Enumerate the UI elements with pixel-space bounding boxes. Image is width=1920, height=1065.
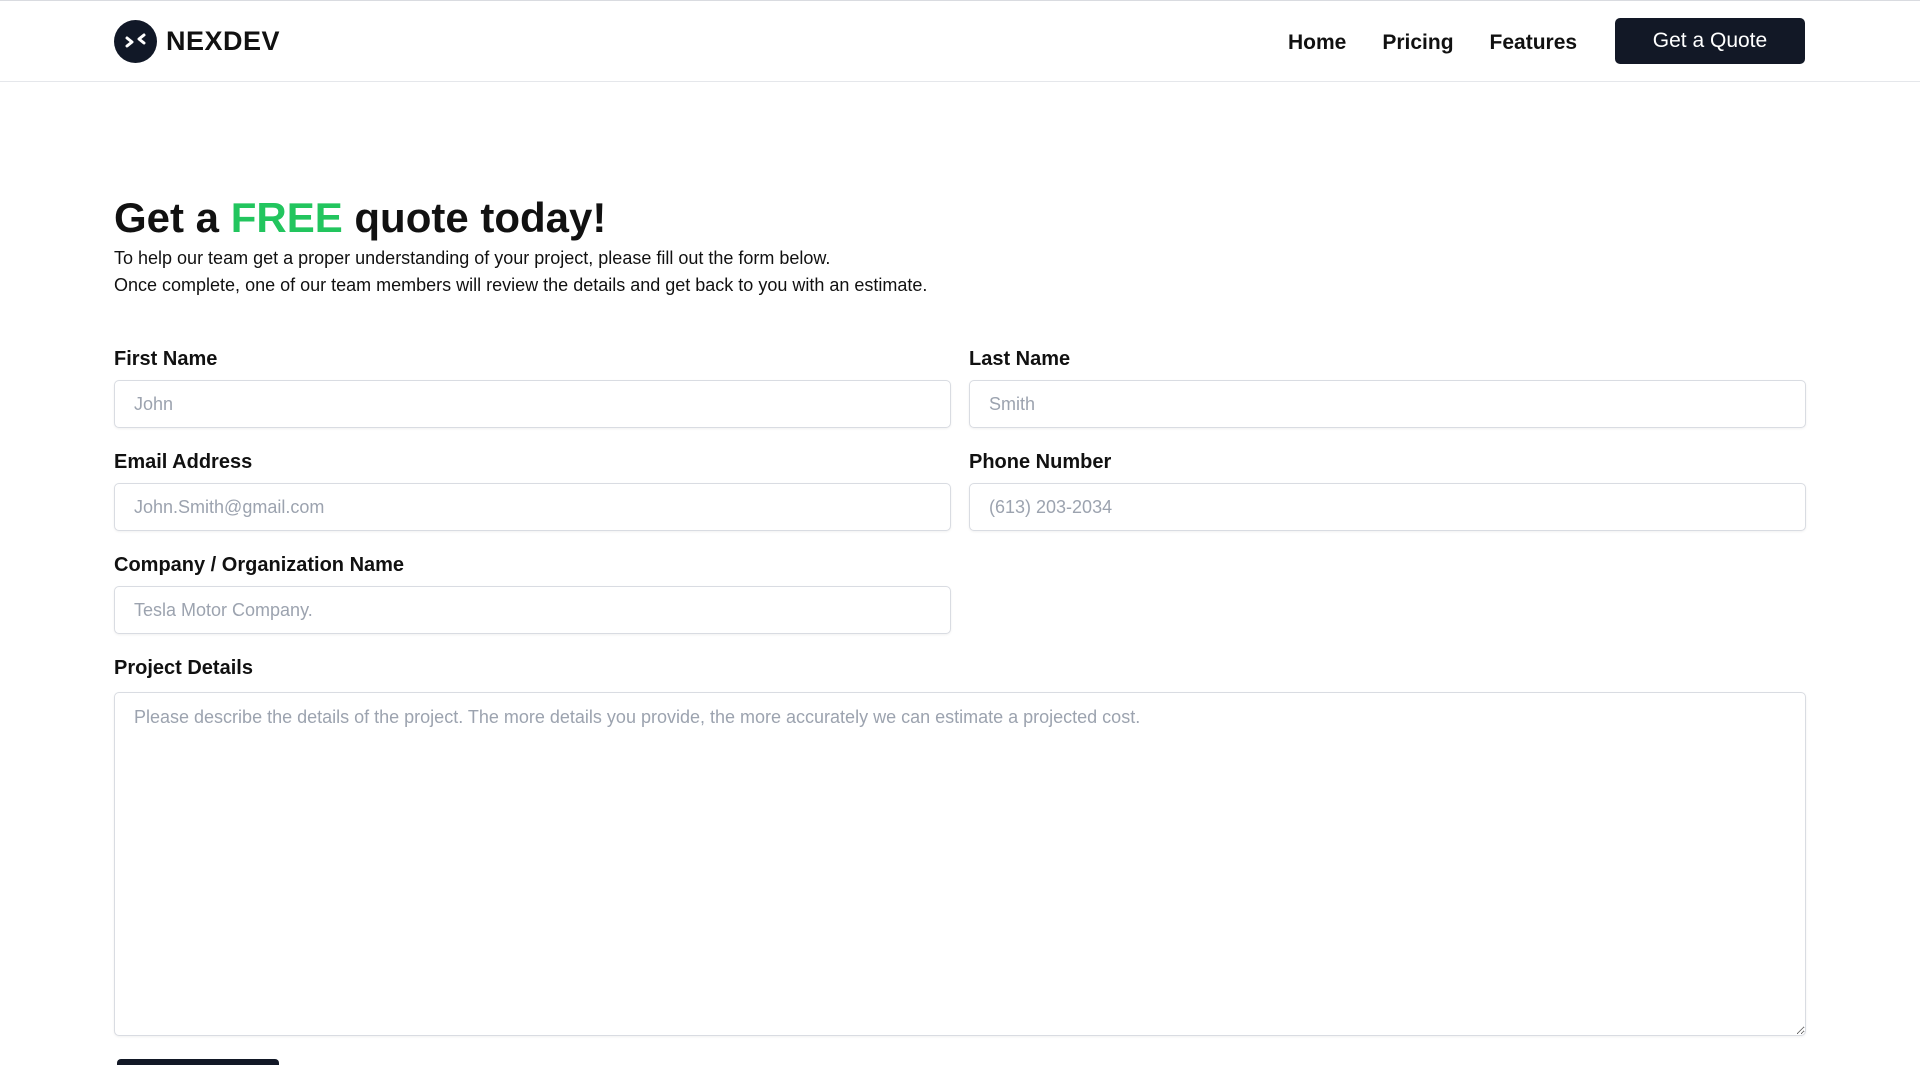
intro-text: To help our team get a proper understand… (114, 245, 927, 299)
nav-links: Home Pricing Features (1288, 25, 1577, 61)
last-name-label: Last Name (969, 348, 1071, 370)
title-suffix: quote today! (342, 194, 607, 241)
nav-link-features[interactable]: Features (1490, 31, 1578, 55)
get-quote-button[interactable]: Get a Quote (1615, 18, 1805, 64)
brand-name: NEXDEV (166, 25, 281, 56)
code-arrows-icon (114, 19, 157, 63)
title-prefix: Get a (114, 194, 231, 241)
project-details-label: Project Details (114, 657, 253, 679)
company-label: Company / Organization Name (114, 554, 405, 576)
nav-link-pricing[interactable]: Pricing (1382, 31, 1453, 55)
phone-input[interactable] (969, 483, 1806, 531)
intro-line-2: Once complete, one of our team members w… (114, 275, 928, 295)
page-title: Get a FREE quote today! (114, 194, 606, 242)
intro-line-1: To help our team get a proper understand… (114, 248, 831, 268)
first-name-input[interactable] (114, 380, 951, 428)
navbar: NEXDEV Home Pricing Features Get a Quote (0, 1, 1920, 82)
email-input[interactable] (114, 483, 951, 531)
title-accent: FREE (230, 194, 343, 241)
nav-link-home[interactable]: Home (1288, 31, 1346, 55)
brand[interactable]: NEXDEV (114, 19, 280, 63)
company-input[interactable] (114, 586, 951, 634)
email-label: Email Address (114, 451, 253, 473)
submit-button[interactable] (117, 1059, 279, 1065)
phone-label: Phone Number (969, 451, 1112, 473)
last-name-input[interactable] (969, 380, 1806, 428)
project-details-textarea[interactable] (114, 692, 1806, 1036)
first-name-label: First Name (114, 348, 218, 370)
